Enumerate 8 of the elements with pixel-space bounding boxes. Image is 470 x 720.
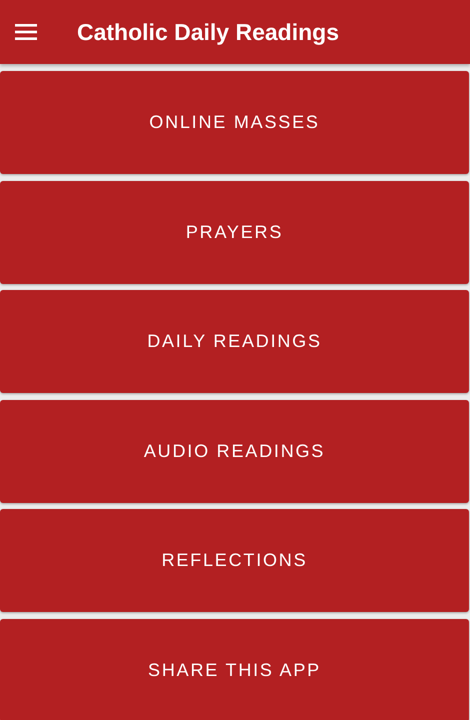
app-title: Catholic Daily Readings [77, 18, 340, 46]
menu-button[interactable]: REFLECTIONS [0, 509, 469, 612]
menu-button[interactable]: AUDIO READINGS [0, 400, 469, 502]
menu-button[interactable]: SHARE THIS APP [0, 618, 469, 720]
menu-button[interactable]: ONLINE MASSES [0, 71, 469, 174]
menu-button[interactable]: DAILY READINGS [0, 290, 469, 393]
menu-button[interactable]: PRAYERS [0, 180, 469, 284]
menu-icon[interactable] [15, 24, 37, 40]
